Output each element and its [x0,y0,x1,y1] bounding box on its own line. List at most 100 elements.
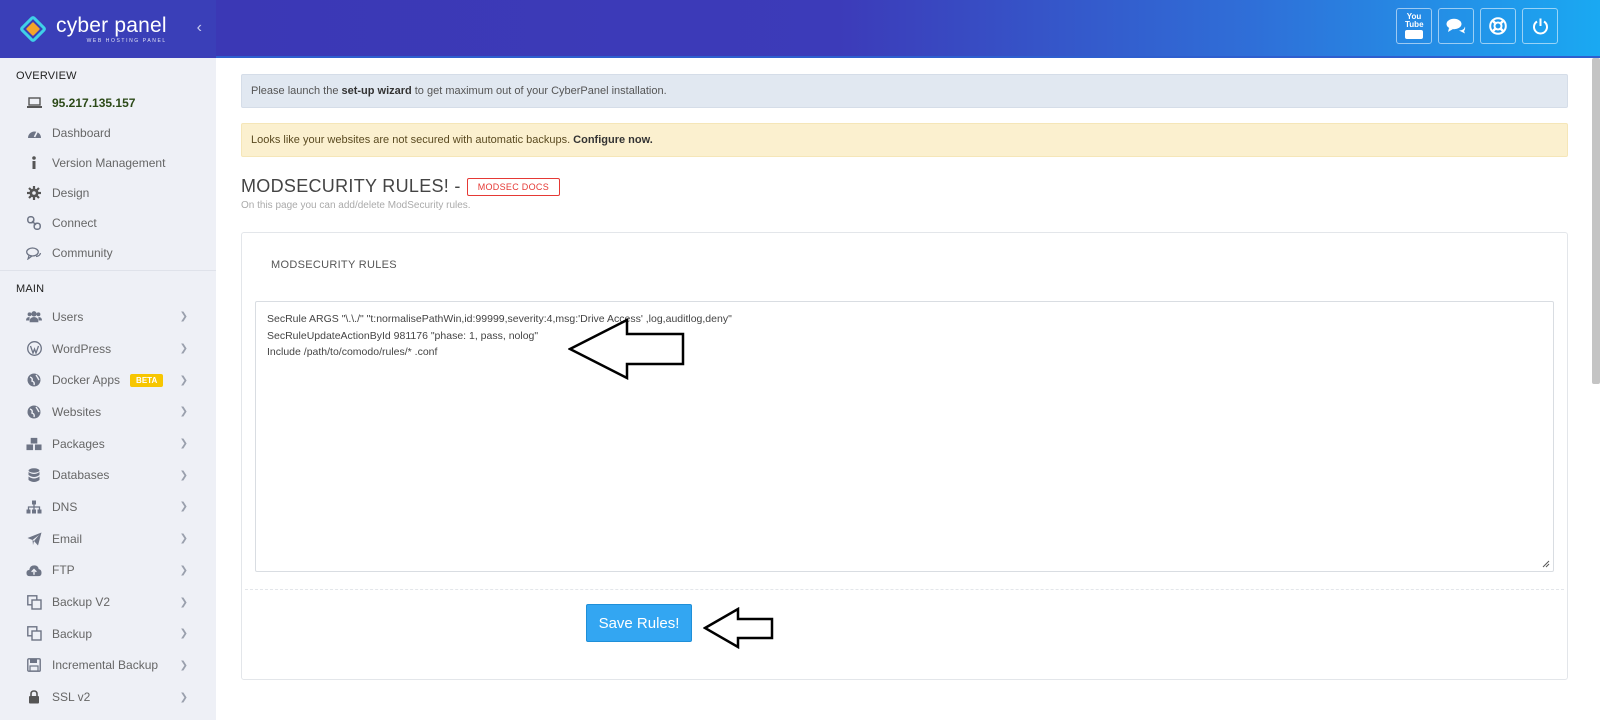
sidebar-item-backup-v2[interactable]: Backup V2 ❯ [0,586,216,618]
rule-line: SecRule ARGS "\.\./" "t:normalisePathWin… [267,313,732,325]
globe-icon [26,404,42,420]
sidebar-item-wordpress[interactable]: WordPress ❯ [0,333,216,365]
alert-text: Looks like your websites are not secured… [251,134,571,146]
sidebar-item-label: DNS [52,499,78,514]
setup-wizard-link[interactable]: set-up wizard [341,85,411,97]
sidebar-item-docker-apps[interactable]: Docker Apps BETA ❯ [0,364,216,396]
main-content: Please launch the set-up wizard to get m… [241,74,1568,680]
sidebar-item-label: Incremental Backup [52,658,159,673]
collapse-sidebar-chevron-icon[interactable]: ‹ [197,19,202,37]
sidebar-item-label: Connect [52,216,97,230]
power-icon [1532,18,1548,34]
chevron-right-icon: ❯ [179,343,188,355]
chat-icon [26,245,42,261]
sidebar-item-connect[interactable]: Connect [0,208,216,238]
chevron-right-icon: ❯ [179,311,188,323]
sidebar-item-community[interactable]: Community [0,238,216,268]
sidebar-item-label: Backup [52,626,93,641]
sidebar-item-users[interactable]: Users ❯ [0,301,216,333]
copy-icon [26,594,42,610]
youtube-icon: You Tube [1405,13,1424,39]
sidebar: cyber panel WEB HOSTING PANEL ‹ OVERVIEW… [0,0,216,720]
chevron-right-icon: ❯ [179,596,188,608]
chevron-right-icon: ❯ [179,628,188,640]
panel-title: MODSECURITY RULES [271,259,397,271]
chevron-right-icon: ❯ [179,691,188,703]
page-subtitle: On this page you can add/delete ModSecur… [241,200,471,211]
setup-wizard-alert: Please launch the set-up wizard to get m… [241,74,1568,108]
sidebar-item-databases[interactable]: Databases ❯ [0,459,216,491]
sidebar-item-ftp[interactable]: FTP ❯ [0,555,216,587]
sidebar-item-label: Email [52,531,83,546]
users-icon [26,309,42,325]
annotation-arrow-icon [703,607,774,649]
support-button[interactable] [1480,8,1516,44]
brand-name: cyber panel [56,13,167,37]
save-rules-button[interactable]: Save Rules! [586,604,692,642]
page-title: MODSECURITY RULES! - [241,176,461,196]
sidebar-item-label: Version Management [52,156,166,170]
chevron-right-icon: ❯ [179,533,188,545]
gear-icon [26,185,42,201]
sidebar-item-packages[interactable]: Packages ❯ [0,428,216,460]
chevron-right-icon: ❯ [179,659,188,671]
configure-now-link[interactable]: Configure now. [573,134,653,146]
sidebar-item-websites[interactable]: Websites ❯ [0,396,216,428]
chat-button[interactable] [1438,8,1474,44]
top-bar: You Tube [216,0,1600,58]
sidebar-item-dashboard[interactable]: Dashboard [0,118,216,148]
laptop-icon [26,95,42,111]
page-scrollbar[interactable] [1592,58,1600,384]
sidebar-item-design[interactable]: Design [0,178,216,208]
wordpress-icon [26,341,42,357]
chevron-right-icon: ❯ [179,406,188,418]
chat-bubbles-icon [1446,18,1466,34]
support-icon [1489,17,1507,35]
sidebar-item-label: Docker Apps [52,373,121,388]
alert-text: Please launch the [251,85,339,97]
modsecurity-rules-panel: MODSECURITY RULES SecRule ARGS "\.\./" "… [241,232,1568,680]
youtube-button[interactable]: You Tube [1396,8,1432,44]
resize-handle-icon[interactable] [1542,560,1550,568]
brand-header: cyber panel WEB HOSTING PANEL ‹ [0,0,216,58]
sidebar-item-label: Users [52,309,84,324]
sidebar-item-version-management[interactable]: Version Management [0,148,216,178]
sitemap-icon [26,499,42,515]
cubes-icon [26,436,42,452]
section-overview-label: OVERVIEW [16,70,77,82]
brand-subtitle: WEB HOSTING PANEL [86,37,167,44]
sidebar-item-label: SSL v2 [52,690,91,705]
chevron-right-icon: ❯ [179,469,188,481]
save-icon [26,657,42,673]
rules-textarea[interactable]: SecRule ARGS "\.\./" "t:normalisePathWin… [255,301,1554,572]
sidebar-item-label: 95.217.135.157 [52,96,136,110]
sidebar-item-ssl-v2[interactable]: SSL v2 ❯ [0,681,216,713]
sidebar-item-incremental-backup[interactable]: Incremental Backup ❯ [0,650,216,682]
sidebar-item-dns[interactable]: DNS ❯ [0,491,216,523]
panel-divider [245,589,1564,590]
sidebar-item-server-ip[interactable]: 95.217.135.157 [0,88,216,118]
sidebar-item-label: Packages [52,436,105,451]
sidebar-item-label: FTP [52,563,75,578]
lock-icon [26,689,42,705]
power-button[interactable] [1522,8,1558,44]
link-icon [26,215,42,231]
sidebar-item-label: Community [52,246,113,260]
sidebar-item-label: Design [52,186,90,200]
section-main-label: MAIN [0,270,216,301]
sidebar-item-label: WordPress [52,341,112,356]
cyberpanel-logo-icon [18,14,48,44]
cloud-upload-icon [26,562,42,578]
annotation-arrow-icon [568,318,685,380]
chevron-right-icon: ❯ [179,374,188,386]
sidebar-item-label: Backup V2 [52,595,111,610]
modsec-docs-button[interactable]: MODSEC DOCS [466,177,561,196]
paper-plane-icon [26,531,42,547]
copy-icon [26,626,42,642]
rule-line: Include /path/to/comodo/rules/* .conf [267,346,438,358]
sidebar-item-backup[interactable]: Backup ❯ [0,618,216,650]
chevron-right-icon: ❯ [179,501,188,513]
sidebar-item-email[interactable]: Email ❯ [0,523,216,555]
rule-line: SecRuleUpdateActionById 981176 "phase: 1… [267,329,539,342]
beta-badge: BETA [130,373,164,387]
